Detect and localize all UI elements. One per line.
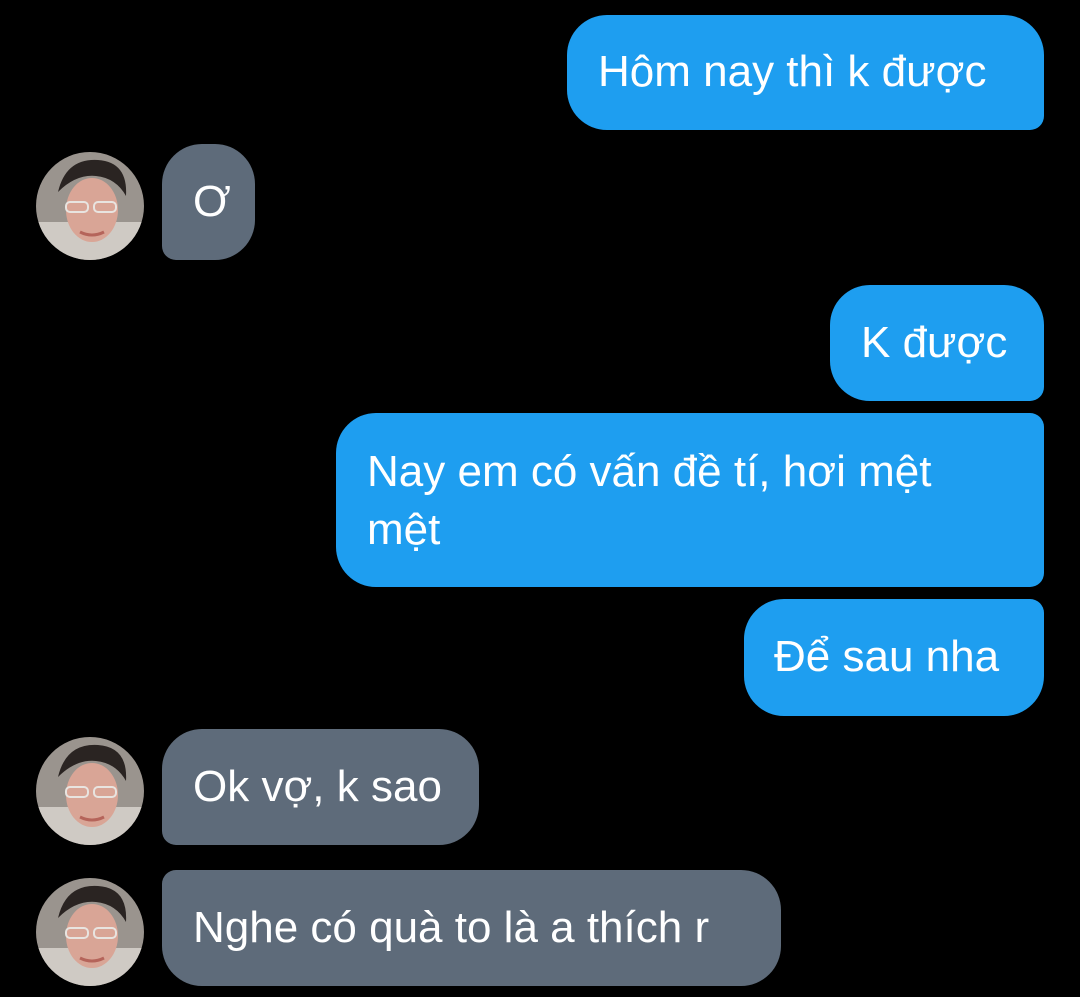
chat-thread: Hôm nay thì k được Ơ K được Nay em có vấ…: [0, 0, 1080, 997]
message-bubble-outgoing[interactable]: Để sau nha: [744, 599, 1044, 716]
message-bubble-outgoing[interactable]: K được: [830, 285, 1044, 401]
message-bubble-incoming[interactable]: Ok vợ, k sao: [162, 729, 479, 845]
contact-avatar-icon[interactable]: [36, 152, 144, 260]
contact-avatar-icon[interactable]: [36, 737, 144, 845]
message-bubble-outgoing[interactable]: Nay em có vấn đề tí, hơi mệt mệt: [336, 413, 1044, 587]
message-bubble-outgoing[interactable]: Hôm nay thì k được: [567, 15, 1044, 130]
message-bubble-incoming[interactable]: Nghe có quà to là a thích r: [162, 870, 781, 986]
message-bubble-incoming[interactable]: Ơ: [162, 144, 255, 260]
contact-avatar-icon[interactable]: [36, 878, 144, 986]
